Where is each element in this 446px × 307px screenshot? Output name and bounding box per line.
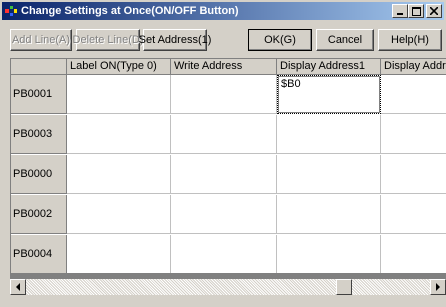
corner-header [11,59,67,75]
write-address-cell[interactable] [171,155,277,194]
set-address-button[interactable]: Set Address(1) [139,29,211,51]
write-address-cell[interactable] [171,235,277,274]
label-on-cell[interactable] [67,115,171,154]
display-address2-cell[interactable] [381,235,446,274]
maximize-icon [411,6,421,16]
horizontal-scrollbar[interactable] [10,279,446,295]
dialog-window: Change Settings at Once(ON/OFF Button) A… [0,0,446,307]
display-address2-cell[interactable] [381,75,446,114]
table-row: PB0002 [11,195,446,234]
row-header[interactable]: PB0000 [11,155,67,194]
label-on-cell[interactable] [67,235,171,274]
title-bar[interactable]: Change Settings at Once(ON/OFF Button) [2,2,444,20]
display-address1-cell[interactable]: $B0 [277,75,381,114]
minimize-button[interactable] [392,4,408,18]
row-header[interactable]: PB0002 [11,195,67,234]
grid-header: Label ON(Type 0) Write Address Display A… [11,59,446,75]
scroll-right-button[interactable] [430,279,446,295]
arrow-left-icon [16,283,20,291]
write-address-cell[interactable] [171,75,277,114]
cancel-button[interactable]: Cancel [316,29,374,51]
ok-button[interactable]: OK(G) [248,29,312,51]
add-line-button[interactable]: Add Line(A) [10,29,72,51]
table-row: PB0001 $B0 [11,75,446,114]
display-address1-cell[interactable] [277,115,381,154]
column-header-write-address[interactable]: Write Address [171,59,277,75]
display-address1-cell[interactable] [277,195,381,234]
close-icon [430,7,438,15]
display-address2-cell[interactable] [381,115,446,154]
delete-line-button[interactable]: Delete Line(D) [73,29,143,51]
table-row: PB0004 [11,235,446,274]
minimize-icon [397,13,403,15]
label-on-cell[interactable] [67,155,171,194]
display-address1-cell[interactable] [277,155,381,194]
close-button[interactable] [426,4,442,18]
row-header[interactable]: PB0004 [11,235,67,274]
write-address-cell[interactable] [171,115,277,154]
scroll-thumb[interactable] [336,279,353,295]
settings-grid: Label ON(Type 0) Write Address Display A… [10,58,446,294]
label-on-cell[interactable] [67,195,171,234]
window-title: Change Settings at Once(ON/OFF Button) [21,5,239,17]
table-row: PB0003 [11,115,446,154]
column-header-display-address1[interactable]: Display Address1 [277,59,381,75]
display-address2-cell[interactable] [381,195,446,234]
display-address2-cell[interactable] [381,155,446,194]
scroll-left-button[interactable] [10,279,26,295]
column-header-label-on[interactable]: Label ON(Type 0) [67,59,171,75]
maximize-button[interactable] [408,4,424,18]
label-on-cell[interactable] [67,75,171,114]
row-header[interactable]: PB0001 [11,75,67,114]
column-header-display-address2[interactable]: Display Addre [381,59,446,75]
write-address-cell[interactable] [171,195,277,234]
row-header[interactable]: PB0003 [11,115,67,154]
help-button[interactable]: Help(H) [378,29,442,51]
display-address1-cell[interactable] [277,235,381,274]
app-icon [4,4,18,18]
arrow-right-icon [436,283,440,291]
table-row: PB0000 [11,155,446,194]
